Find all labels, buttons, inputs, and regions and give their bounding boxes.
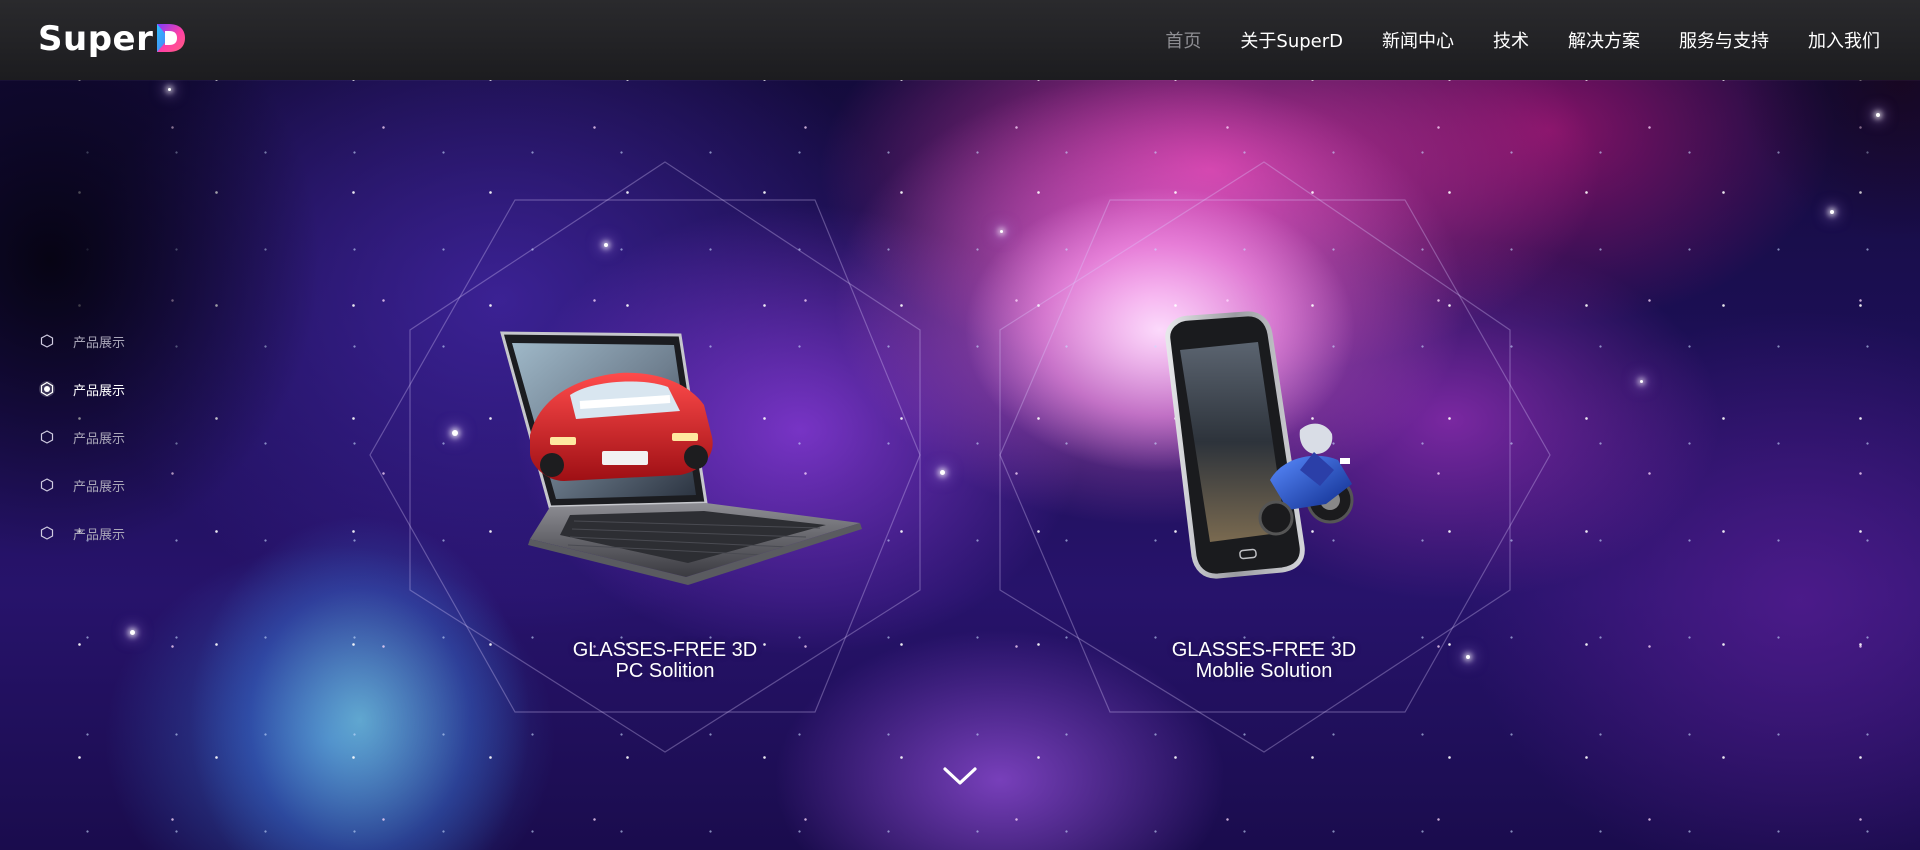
star — [940, 470, 945, 475]
star — [1876, 113, 1880, 117]
logo-d-mark-icon — [157, 24, 186, 52]
nav-item-about[interactable]: 关于SuperD — [1240, 27, 1343, 53]
star — [604, 243, 608, 247]
phone-3d-icon — [1165, 311, 1354, 579]
nav-item-join-us[interactable]: 加入我们 — [1808, 27, 1880, 53]
product-mobile-card[interactable] — [1160, 310, 1360, 590]
hexagon-icon — [38, 428, 56, 446]
side-nav-item[interactable]: 产品展示 — [38, 509, 125, 557]
hexagon-icon — [38, 332, 56, 350]
nav-item-support[interactable]: 服务与支持 — [1679, 27, 1769, 53]
section-side-nav: 产品展示 产品展示 产品展示 产品展示 产品展示 — [38, 317, 125, 557]
side-nav-label: 产品展示 — [73, 431, 126, 447]
star — [130, 630, 135, 635]
hexagon-active-icon — [38, 380, 56, 398]
logo-text: Super — [38, 19, 154, 59]
nav-item-home[interactable]: 首页 — [1165, 27, 1201, 53]
side-nav-item-active[interactable]: 产品展示 — [38, 365, 125, 413]
side-nav-label: 产品展示 — [73, 383, 126, 399]
chevron-down-icon[interactable] — [941, 764, 979, 788]
top-header: Super 首页 关于SuperD 新闻中心 技术 解决方案 服务与支持 加入我… — [0, 0, 1920, 80]
product-pc-caption[interactable]: GLASSES-FREE 3D PC Solition — [515, 640, 815, 682]
hexagon-icon — [38, 476, 56, 494]
laptop-3d-icon — [500, 331, 862, 585]
nav-item-news[interactable]: 新闻中心 — [1382, 27, 1454, 53]
side-nav-item[interactable]: 产品展示 — [38, 317, 125, 365]
star — [452, 430, 458, 436]
product-mobile-line2: Moblie Solution — [1195, 660, 1333, 682]
hexagon-icon — [38, 524, 56, 542]
main-nav: 首页 关于SuperD 新闻中心 技术 解决方案 服务与支持 加入我们 — [1126, 0, 1880, 80]
superd-logo[interactable]: Super — [38, 17, 188, 61]
background-shade — [0, 0, 1920, 850]
side-nav-item[interactable]: 产品展示 — [38, 413, 125, 461]
side-nav-label: 产品展示 — [73, 479, 126, 495]
product-pc-line1: GLASSES-FREE 3D — [572, 639, 758, 661]
side-nav-label: 产品展示 — [73, 335, 126, 351]
product-mobile-caption[interactable]: GLASSES-FREE 3D Moblie Solution — [1114, 640, 1414, 682]
side-nav-item[interactable]: 产品展示 — [38, 461, 125, 509]
page: Super 首页 关于SuperD 新闻中心 技术 解决方案 服务与支持 加入我… — [0, 0, 1920, 850]
star — [1640, 380, 1643, 383]
nav-item-solutions[interactable]: 解决方案 — [1568, 27, 1640, 53]
product-mobile-line1: GLASSES-FREE 3D — [1171, 639, 1357, 661]
star — [1000, 230, 1003, 233]
side-nav-label: 产品展示 — [73, 527, 126, 543]
product-pc-line2: PC Solition — [615, 660, 715, 682]
star — [1466, 655, 1470, 659]
star — [168, 88, 171, 91]
nav-item-technology[interactable]: 技术 — [1493, 27, 1529, 53]
product-pc-card[interactable] — [490, 325, 870, 585]
star — [1830, 210, 1834, 214]
